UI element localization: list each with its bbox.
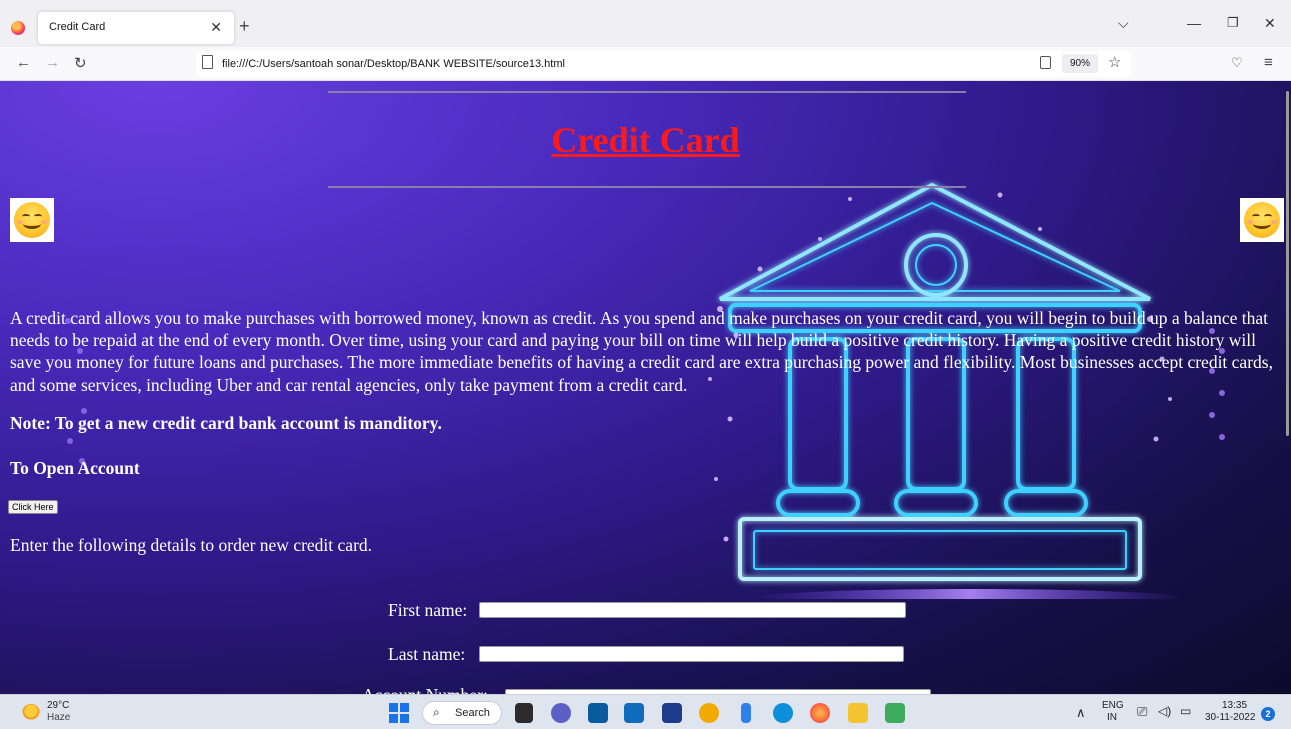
windows-taskbar: 29°C Haze ⌕ Search ∧ ENG IN ⎚ ◁) ▭ 13:35… [0,694,1291,729]
page-title: Credit Card [551,120,740,160]
page-icon [202,55,213,69]
notepad-icon[interactable] [885,703,905,723]
power-automate-icon[interactable] [741,703,751,723]
tab-list-chevron-icon[interactable]: ⌵ [1118,15,1129,32]
open-account-heading: To Open Account [10,458,140,478]
minimize-icon[interactable]: — [1187,15,1201,31]
bottom-divider [328,186,966,188]
pocket-icon[interactable]: ♡ [1231,55,1243,71]
weather-sun-icon[interactable] [22,704,40,722]
language-top[interactable]: ENG [1102,700,1124,711]
weather-description[interactable]: Haze [47,712,70,723]
volume-icon[interactable]: ◁) [1158,704,1171,718]
network-icon[interactable]: ⎚ [1137,704,1147,720]
new-tab-icon[interactable]: + [239,16,250,37]
click-here-button[interactable]: Click Here [8,500,58,514]
description-paragraph: A credit card allows you to make purchas… [10,308,1273,395]
taskbar-search[interactable]: ⌕ Search [422,701,502,725]
close-tab-icon[interactable]: ✕ [210,19,222,36]
smiley-left-icon [10,198,54,242]
browser-tab-bar: Credit Card ✕ + ⌵ — ❐ ✕ [0,0,1291,47]
tab-title: Credit Card [49,21,106,33]
windows-start-icon[interactable] [389,703,409,723]
page-scrollbar[interactable] [1286,91,1289,436]
bookmark-star-icon[interactable]: ☆ [1108,53,1121,71]
dropbox-icon[interactable] [662,703,682,723]
task-view-icon[interactable] [515,703,533,723]
account-number-label: Account Number: [362,685,488,694]
tray-chevron-icon[interactable]: ∧ [1076,705,1086,721]
page-viewport: Credit Card A credit card allows you to … [0,81,1291,694]
search-label: Search [455,707,490,719]
menu-icon[interactable]: ≡ [1264,54,1273,71]
restore-icon[interactable]: ❐ [1227,15,1239,31]
last-name-label: Last name: [388,644,466,664]
firefox-icon[interactable] [11,21,25,35]
zoom-level[interactable]: 90% [1062,54,1098,73]
firefox-taskbar-icon[interactable] [810,703,830,723]
url-text[interactable]: file:///C:/Users/santoah sonar/Desktop/B… [222,58,565,70]
edge-icon[interactable] [773,703,793,723]
reader-view-icon[interactable] [1040,56,1051,69]
notification-badge[interactable]: 2 [1261,707,1275,721]
tab-credit-card[interactable]: Credit Card ✕ [38,12,234,44]
mail-icon[interactable] [624,703,644,723]
battery-icon[interactable]: ▭ [1180,704,1191,718]
last-name-input[interactable] [479,646,904,662]
forward-arrow-icon[interactable]: → [45,54,60,71]
form-intro-text: Enter the following details to order new… [10,535,373,555]
search-icon: ⌕ [433,705,440,719]
app-icon[interactable] [699,703,719,723]
first-name-input[interactable] [479,602,906,618]
chat-icon[interactable] [551,703,571,723]
first-name-label: First name: [388,600,468,620]
reload-icon[interactable]: ↻ [74,54,87,72]
language-bottom[interactable]: IN [1107,712,1117,723]
top-divider [328,91,966,93]
weather-temperature[interactable]: 29°C [47,700,69,711]
widgets-icon[interactable] [588,703,608,723]
note-text: Note: To get a new credit card bank acco… [10,413,442,433]
smiley-right-icon [1240,198,1284,242]
file-explorer-icon[interactable] [848,703,868,723]
back-arrow-icon[interactable]: ← [16,54,31,71]
navigation-bar: ← → ↻ file:///C:/Users/santoah sonar/Des… [0,47,1291,81]
address-bar[interactable]: file:///C:/Users/santoah sonar/Desktop/B… [196,51,1131,77]
clock-time[interactable]: 13:35 [1222,700,1247,711]
close-window-icon[interactable]: ✕ [1264,15,1276,32]
clock-date[interactable]: 30-11-2022 [1205,712,1255,723]
